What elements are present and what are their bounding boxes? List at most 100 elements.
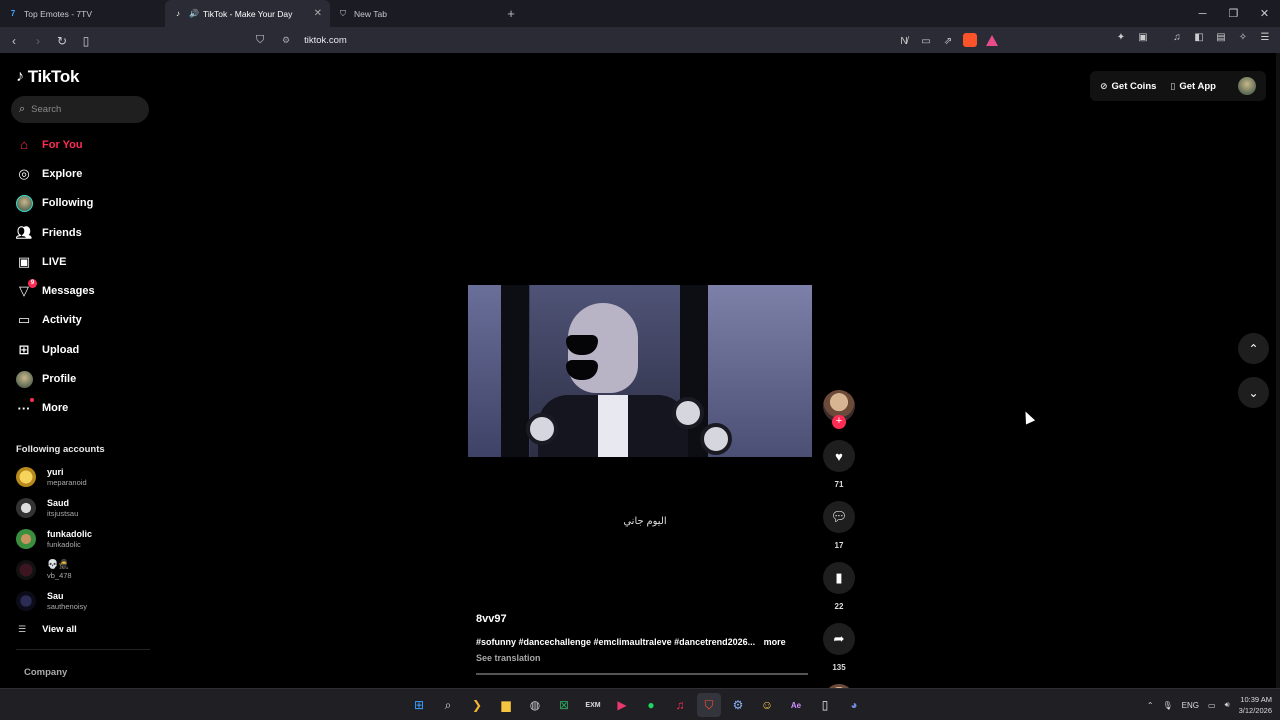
tray-chevron-icon[interactable]: ⌃ [1147,701,1154,710]
menu-icon[interactable]: ☰ [1256,32,1274,43]
language-indicator[interactable]: ENG [1182,701,1199,710]
share-icon[interactable]: ⇗ [940,36,956,47]
page-scrollbar[interactable] [1276,53,1280,688]
hashtags-text[interactable]: #sofunny #dancechallenge #emclimaultrale… [476,637,755,647]
following-account[interactable]: Sau sauthenoisy [16,585,156,616]
home-icon: ⌂ [20,137,28,153]
nav-more[interactable]: ··· More [15,394,155,423]
forward-icon[interactable]: › [28,34,48,48]
nav-friends[interactable]: 👥︎ Friends [15,218,155,247]
video-progress-bar[interactable] [476,673,808,675]
header-actions: ⊘ Get Coins ▯ Get App [1090,71,1266,101]
video-author[interactable]: 8vv97 [476,613,507,625]
avatar [16,590,36,611]
close-tab-icon[interactable]: ✕ [314,8,322,19]
brave-shields-icon[interactable] [962,33,978,50]
see-translation-link[interactable]: See translation [476,653,541,663]
discord-icon[interactable]: ◕ [842,693,866,717]
upload-icon: ⊞ [18,341,30,357]
chrome-like-icon[interactable]: ◍ [523,693,547,717]
nav-for-you[interactable]: ⌂ For You [15,130,155,159]
reader-mode-icon[interactable]: N̸ [896,36,912,47]
document-app-icon[interactable]: ▯ [813,693,837,717]
search-icon[interactable]: ⌕ [436,693,460,717]
clock[interactable]: 10:39 AM 3/12/2026 [1239,694,1272,716]
new-tab-button[interactable]: + [501,6,521,21]
cast-icon[interactable]: ▭ [918,36,934,47]
excel-like-icon[interactable]: ⊠ [552,693,576,717]
spotify-icon[interactable]: ● [639,693,663,717]
save-button[interactable]: ▮ [823,562,855,594]
chevron-down-icon: ⌄ [1248,385,1259,400]
following-account[interactable]: yuri meparanoid [16,461,156,492]
extension-icon[interactable]: ▣ [1134,32,1152,43]
sidebar-toggle-icon[interactable]: ▯ [76,34,96,48]
share-button[interactable]: ➦ [823,623,855,655]
music-app-icon[interactable]: ♫ [668,693,692,717]
tiktok-logo[interactable]: ♪ TikTok [16,67,79,87]
reload-icon[interactable]: ↻ [52,34,72,48]
comment-button[interactable]: 💬︎ [823,501,855,533]
back-icon[interactable]: ‹ [4,34,24,48]
nav-messages[interactable]: ▽ 9 Messages [15,276,155,305]
system-tray: ⌃ 🎙︎ ENG ▭ 🔊︎ 10:39 AM 3/12/2026 [1147,689,1272,720]
tab-tiktok[interactable]: ♪ 🔊 TikTok - Make Your Day ✕ [165,0,330,28]
company-link[interactable]: Company [24,667,67,678]
next-video-button[interactable]: ⌄ [1238,377,1269,408]
following-account[interactable]: 💀🥷 vb_478 [16,554,156,585]
settings-app-icon[interactable]: ⚙ [726,693,750,717]
brave-rewards-icon[interactable] [984,34,1000,49]
nav-explore[interactable]: ◎ Explore [15,159,155,188]
windows-start-icon[interactable]: ⊞ [407,693,431,717]
follow-plus-icon[interactable]: + [832,415,846,429]
nav-upload[interactable]: ⊞ Upload [15,335,155,364]
following-account[interactable]: Saud itsjustsau [16,492,156,523]
nav-profile[interactable]: Profile [15,364,155,393]
media-icon[interactable]: ♫ [1168,32,1186,43]
nav-following[interactable]: Following [15,189,155,218]
minimize-icon[interactable]: ─ [1187,0,1218,28]
after-effects-icon[interactable]: Ae [784,693,808,717]
volume-icon[interactable]: 🔊︎ [1225,700,1230,710]
address-bar[interactable]: ⛉ ⚙ tiktok.com N̸ ▭ ⇗ [256,30,1000,51]
account-handle: funkadolic [47,539,81,549]
leo-ai-icon[interactable]: ✧ [1234,32,1252,43]
extensions-icon[interactable]: ✦ [1112,32,1130,43]
previous-video-button[interactable]: ⌃ [1238,333,1269,364]
tab-7tv[interactable]: 7 Top Emotes - 7TV [0,0,165,28]
sidebar-icon[interactable]: ◧ [1190,32,1208,43]
microphone-icon[interactable]: 🎙︎ [1163,701,1173,710]
more-button[interactable]: more [764,637,786,647]
creator-avatar[interactable]: + [823,390,855,429]
get-coins-button[interactable]: ⊘ Get Coins [1100,81,1156,92]
get-app-button[interactable]: ▯ Get App [1170,81,1216,92]
network-icon[interactable]: ▭ [1208,701,1216,710]
speaker-icon[interactable]: 🔊 [189,9,199,18]
search-box[interactable]: ⌕ [11,96,149,123]
close-window-icon[interactable]: ✕ [1249,0,1280,28]
brave-browser-icon[interactable]: ⛉ [697,693,721,717]
video-player[interactable] [468,285,812,457]
search-input[interactable] [31,104,132,115]
avatar [16,559,36,580]
view-all-link[interactable]: ☰ View all [18,624,77,635]
exm-app-icon[interactable]: EXM [581,693,605,717]
url-text[interactable]: tiktok.com [304,35,347,46]
user-avatar[interactable] [1238,77,1256,95]
friends-icon: 👥︎ [15,224,33,240]
nav-activity[interactable]: ▭ Activity [15,306,155,335]
phone-icon: ▯ [1170,80,1176,91]
account-handle: vb_478 [47,571,72,580]
media-player-icon[interactable]: ▶ [610,693,634,717]
following-account[interactable]: funkadolic funkadolic [16,523,156,554]
restore-icon[interactable]: ❐ [1218,0,1249,28]
arrow-app-icon[interactable]: ❯ [465,693,489,717]
tab-new[interactable]: ⛉ New Tab [330,0,495,28]
like-button[interactable]: ♥ [823,440,855,472]
file-explorer-icon[interactable]: ▆ [494,693,518,717]
site-info-icon[interactable]: ⚙ [282,35,290,46]
emoji-app-icon[interactable]: ☺ [755,693,779,717]
wallet-icon[interactable]: ▤ [1212,32,1230,43]
nav-live[interactable]: ▣ LIVE [15,247,155,276]
bookmark-icon[interactable]: ⛉ [256,34,272,47]
